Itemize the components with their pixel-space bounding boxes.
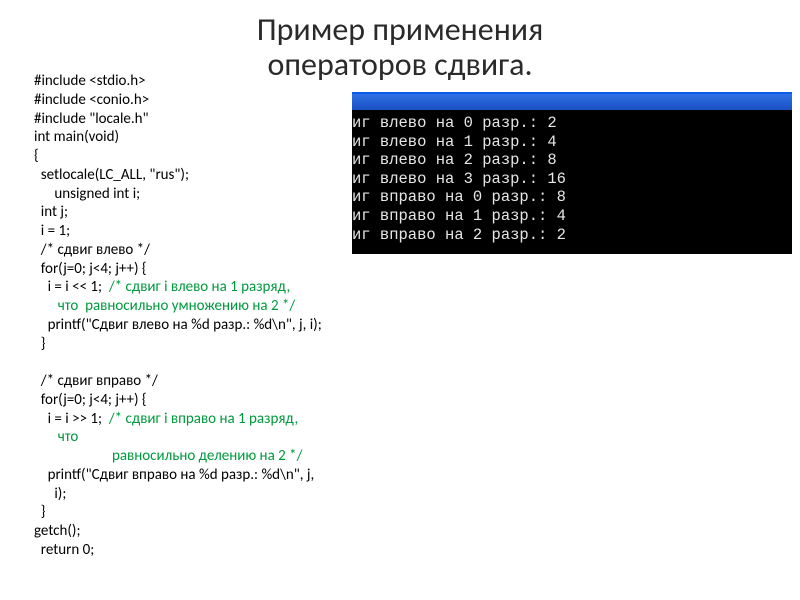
code-line: unsigned int i;	[34, 185, 140, 203]
code-comment: /* сдвиг i влево на 1 разряд,	[109, 278, 290, 296]
code-line: int main(void)	[34, 128, 119, 146]
code-line: printf("Сдвиг влево на %d разр.: %d\n", …	[34, 316, 322, 334]
console-output: иг влево на 0 разр.: 2 иг влево на 1 раз…	[352, 110, 792, 244]
code-line: i);	[34, 485, 66, 503]
code-line: #include <stdio.h>	[34, 72, 146, 90]
slide-title-line1: Пример применения	[257, 10, 544, 49]
code-line: for(j=0; j<4; j++) {	[34, 260, 147, 278]
code-comment: /* сдвиг i вправо на 1 разряд,	[109, 410, 298, 428]
code-line: return 0;	[34, 541, 94, 559]
code-line: int j;	[34, 203, 68, 221]
code-line: getch();	[34, 522, 81, 540]
console-line: иг вправо на 2 разр.: 2	[352, 226, 792, 245]
code-line: i = i << 1;	[34, 278, 109, 296]
code-line: /* сдвиг вправо */	[34, 372, 158, 390]
console-line: иг вправо на 0 разр.: 8	[352, 188, 792, 207]
console-line: иг вправо на 1 разр.: 4	[352, 207, 792, 226]
code-line: printf("Сдвиг вправо на %d разр.: %d\n",…	[34, 466, 314, 484]
code-comment: что	[34, 428, 78, 446]
code-line: i = i >> 1;	[34, 410, 109, 428]
code-line: i = 1;	[34, 222, 70, 240]
code-line: /* сдвиг влево */	[34, 241, 150, 259]
console-line: иг влево на 2 разр.: 8	[352, 151, 792, 170]
code-block: #include <stdio.h> #include <conio.h> #i…	[34, 72, 322, 560]
code-comment: что равносильно умножению на 2 */	[34, 297, 295, 315]
slide-title: Пример применения операторов сдвига.	[0, 0, 800, 82]
code-line: #include <conio.h>	[34, 91, 149, 109]
console-line: иг влево на 1 разр.: 4	[352, 133, 792, 152]
code-line: {	[34, 147, 39, 165]
code-comment: равносильно делению на 2 */	[34, 447, 302, 465]
code-line: setlocale(LC_ALL, "rus");	[34, 166, 189, 184]
code-line: }	[34, 503, 46, 521]
console-window: иг влево на 0 разр.: 2 иг влево на 1 раз…	[352, 92, 792, 254]
console-line: иг влево на 0 разр.: 2	[352, 114, 792, 133]
console-titlebar	[352, 94, 792, 110]
code-line: for(j=0; j<4; j++) {	[34, 391, 147, 409]
code-line: #include "locale.h"	[34, 110, 149, 128]
code-line: }	[34, 335, 46, 353]
console-line: иг влево на 3 разр.: 16	[352, 170, 792, 189]
